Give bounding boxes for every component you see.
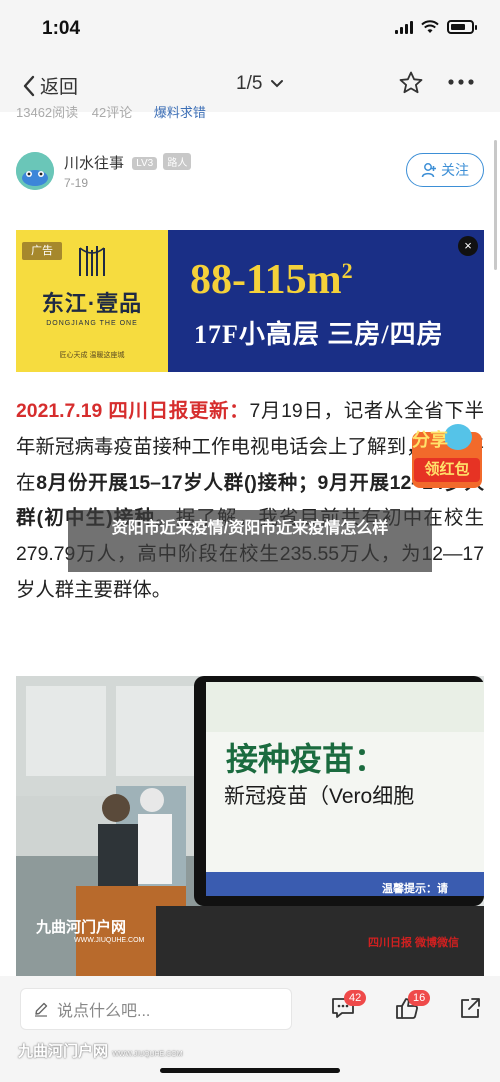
view-count: 13462阅读 — [16, 105, 79, 120]
screen-hint: 温馨提示：请 — [382, 883, 448, 895]
follow-button[interactable]: 关注 — [406, 153, 484, 187]
article-meta: 13462阅读 42评论 爆料求错 — [16, 102, 206, 120]
article-bold-1: 8月份开展15–17岁人群( — [36, 471, 251, 494]
level-badge: LV3 — [132, 157, 158, 170]
page-indicator: 1/5 — [236, 73, 263, 94]
photo-watermark: 九曲河门户网 WWW.JIUQUHE.COM — [36, 919, 145, 944]
share-button[interactable] — [458, 996, 482, 1025]
avatar[interactable] — [16, 152, 54, 190]
post-date: 7-19 — [64, 176, 89, 190]
home-indicator[interactable] — [160, 1068, 340, 1073]
overlay-title: 资阳市近来疫情/资阳市近来疫情怎么样 — [68, 510, 432, 572]
ad-logo-icon — [79, 246, 105, 276]
news-photo[interactable]: 接种疫苗： 新冠疫苗（Vero细胞 温馨提示：请 九曲河门户网 WWW.JIUQ… — [16, 676, 484, 976]
ad-tag: 广告 — [22, 242, 62, 260]
close-icon[interactable]: × — [458, 236, 478, 256]
star-icon[interactable] — [398, 70, 424, 96]
add-user-icon — [421, 163, 436, 178]
back-button[interactable]: 返回 — [22, 72, 78, 99]
comment-count-text: 42评论 — [91, 105, 133, 120]
status-bar: 1:04 — [0, 0, 500, 56]
ad-right-panel: 88-115m2 17F小高层 三房/四房 × — [168, 230, 484, 372]
article-headline: 2021.7.19 四川日报更新： — [16, 400, 250, 422]
page-selector[interactable]: 1/5 — [236, 73, 284, 95]
like-button[interactable]: 16 — [394, 990, 431, 1025]
role-badge: 路人 — [163, 153, 192, 170]
screen-subtitle: 新冠疫苗（Vero细胞 — [224, 785, 415, 808]
status-time: 1:04 — [42, 18, 81, 39]
chevron-left-icon — [23, 75, 35, 96]
avatar-image — [16, 152, 54, 190]
comment-input[interactable]: 说点什么吧... — [20, 988, 292, 1030]
red-packet-top: 分享 — [412, 430, 448, 450]
photo-watermark-right: 四川日报 微博微信 — [368, 937, 460, 949]
comment-placeholder: 说点什么吧... — [57, 1003, 151, 1020]
red-packet-bottom: 领红包 — [414, 458, 480, 482]
scrollbar[interactable] — [494, 140, 497, 270]
follow-label: 关注 — [441, 162, 469, 178]
like-count-badge: 16 — [408, 990, 431, 1006]
author-name-row[interactable]: 川水往事 LV3 路人 — [64, 152, 192, 173]
ad-brand-en: DONGJIANG THE ONE — [46, 320, 138, 327]
mascot-icon — [444, 424, 472, 450]
share-red-packet-button[interactable]: 分享 领红包 — [406, 424, 486, 488]
bottom-watermark: 九曲河门户网 WWW.JIUQUHE.COM — [18, 1043, 183, 1060]
pencil-icon — [35, 1002, 48, 1017]
report-link[interactable]: 爆料求错 — [154, 105, 206, 120]
ad-brand: 东江·壹品 — [41, 291, 143, 316]
ad-area: 88-115m2 — [190, 257, 353, 303]
ad-left-panel: 广告 东江·壹品 DONGJIANG THE ONE 匠心天成 温暖这座城 — [16, 230, 168, 372]
share-icon — [461, 998, 480, 1018]
back-label: 返回 — [40, 77, 79, 98]
screen-title: 接种疫苗： — [226, 741, 387, 777]
comments-button[interactable]: 42 — [330, 990, 367, 1025]
ad-slogan: 匠心天成 温暖这座城 — [59, 352, 125, 359]
chevron-down-icon — [271, 80, 284, 88]
more-icon[interactable] — [446, 72, 476, 92]
author-name: 川水往事 — [64, 155, 125, 172]
cellular-signal-icon — [395, 20, 413, 34]
battery-icon — [447, 20, 477, 34]
bottom-bar: 说点什么吧... 42 16 九曲河门户网 WWW.JIUQUHE.COM — [0, 976, 500, 1082]
status-icons — [395, 20, 477, 34]
ad-banner[interactable]: 广告 东江·壹品 DONGJIANG THE ONE 匠心天成 温暖这座城 88… — [16, 230, 484, 372]
comment-count-badge: 42 — [344, 990, 367, 1006]
ad-house-type: 17F小高层 三房/四房 — [194, 320, 444, 349]
wifi-icon — [421, 20, 439, 33]
